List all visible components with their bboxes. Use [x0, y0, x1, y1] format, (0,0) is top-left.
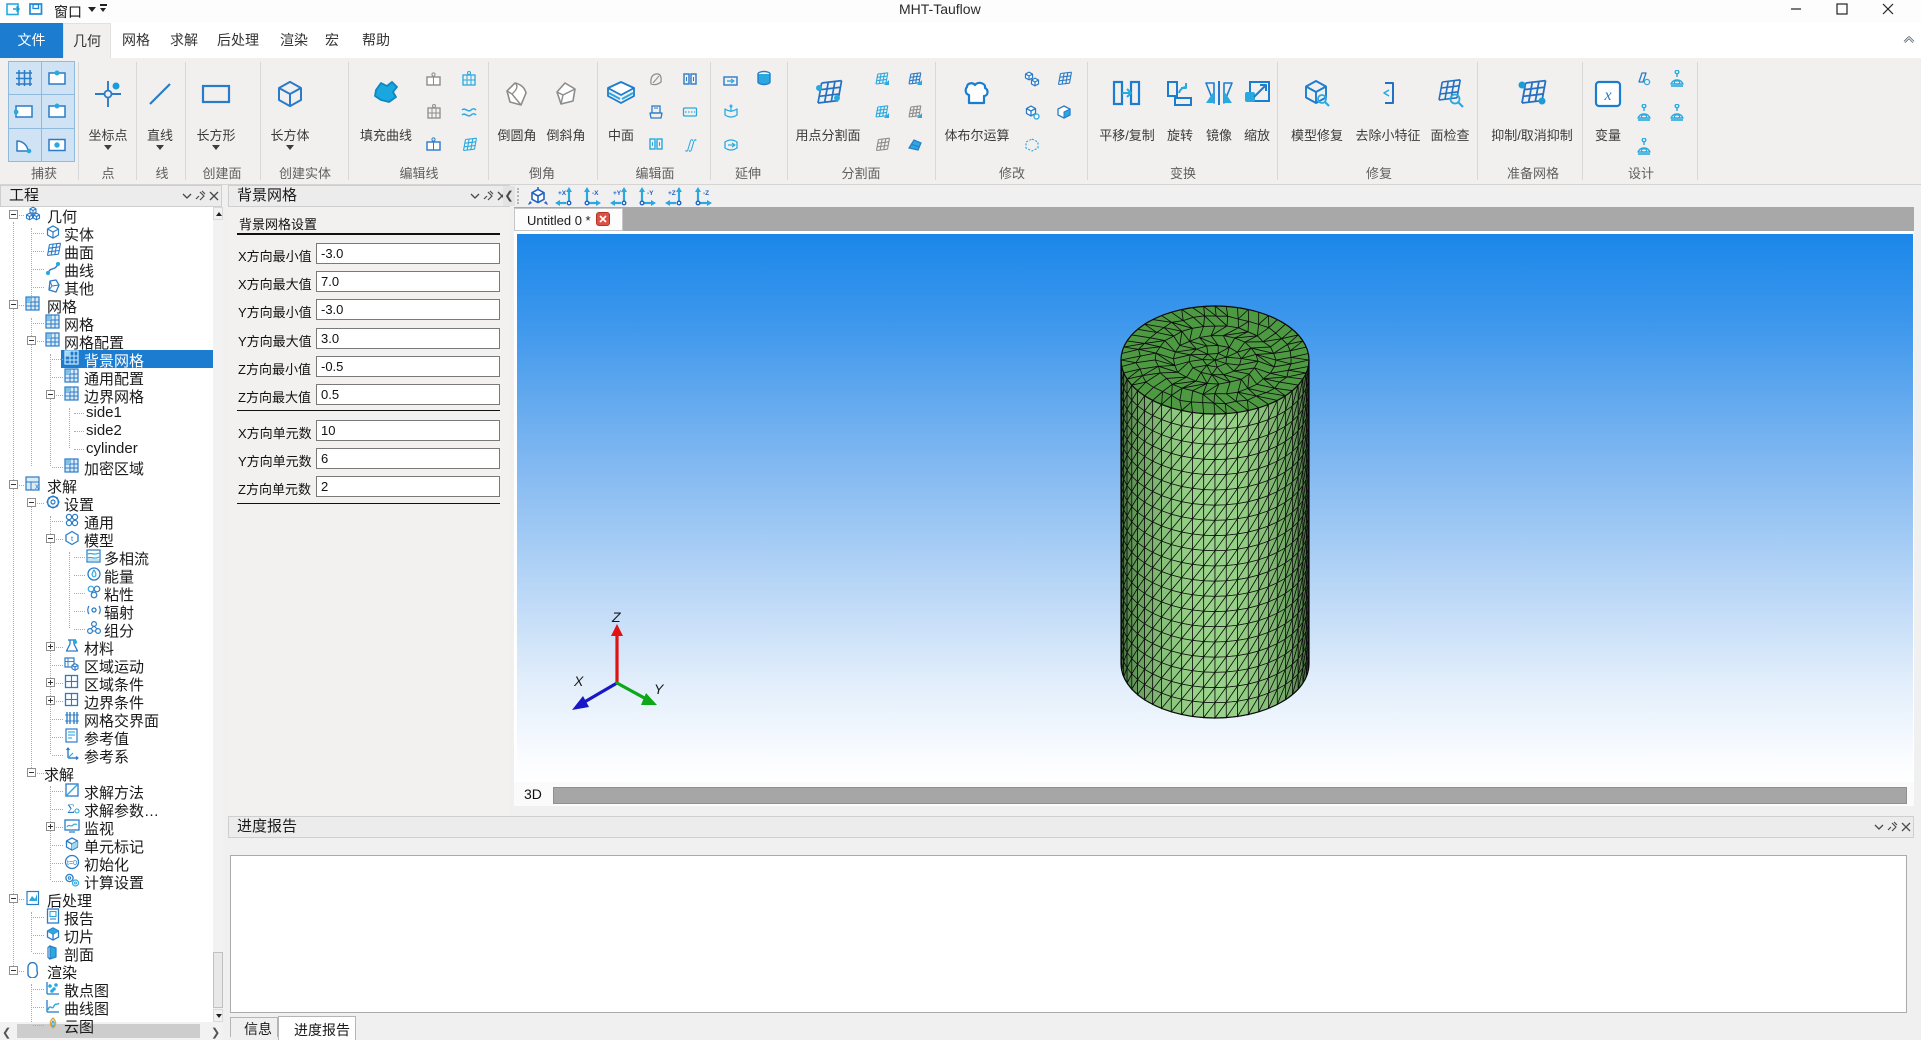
- svg-text:-X: -X: [592, 190, 599, 197]
- svg-text:-Y: -Y: [647, 190, 654, 197]
- svg-text:-Z: -Z: [703, 190, 709, 197]
- svg-text:X: X: [573, 673, 584, 689]
- svg-text:Y: Y: [654, 681, 665, 697]
- svg-text:x: x: [1603, 87, 1611, 104]
- svg-text:Z: Z: [611, 609, 621, 625]
- svg-text:∬: ∬: [685, 137, 697, 152]
- svg-text:Σ: Σ: [67, 801, 75, 816]
- svg-text:x: x: [35, 482, 39, 491]
- svg-text:+Y: +Y: [613, 190, 622, 197]
- svg-text:t=0: t=0: [67, 860, 77, 867]
- svg-text:t: t: [71, 534, 74, 543]
- svg-text:+X: +X: [558, 190, 567, 197]
- svg-text:+Z: +Z: [668, 190, 676, 197]
